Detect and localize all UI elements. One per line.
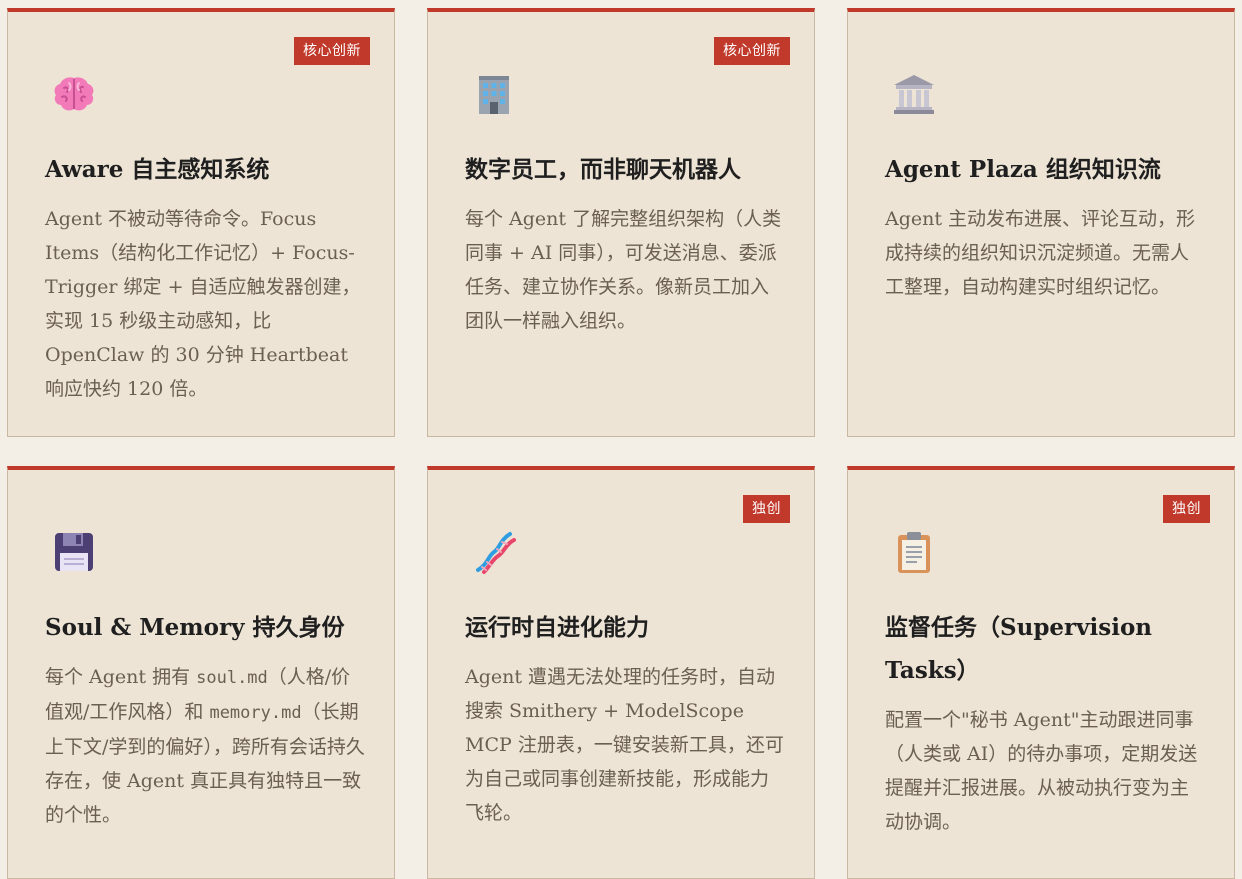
card-title: 运行时自进化能力	[465, 614, 649, 641]
card-description: Agent 遭遇无法处理的任务时，自动搜索 Smithery + ModelSc…	[465, 666, 784, 824]
card-title: Aware 自主感知系统	[45, 156, 270, 183]
feature-card-digital-employee: 核心创新 数字员工，而非聊天机器人 每个 Agent 了解完整组织架构（人类同事…	[427, 8, 815, 437]
card-title: Agent Plaza 组织知识流	[885, 156, 1161, 183]
card-description: Agent 主动发布进展、评论互动，形成持续的组织知识沉淀频道。无需人工整理，自…	[885, 208, 1196, 298]
feature-card-soul-memory: Soul & Memory 持久身份 每个 Agent 拥有 soul.md（人…	[7, 466, 395, 879]
card-description: 每个 Agent 了解完整组织架构（人类同事 + AI 同事），可发送消息、委派…	[465, 208, 782, 332]
original-badge: 独创	[1163, 495, 1210, 523]
card-description: Agent 不被动等待命令。Focus Items（结构化工作记忆）+ Focu…	[45, 208, 361, 400]
feature-card-aware: 核心创新 Aware 自主感知系统 Agent 不被动等待命令。Focus It…	[7, 8, 395, 437]
brain-icon	[50, 70, 98, 118]
memory-md-code: memory.md	[209, 703, 302, 723]
card-description: 每个 Agent 拥有 soul.md（人格/价值观/工作风格）和 memory…	[45, 666, 365, 826]
feature-card-agent-plaza: Agent Plaza 组织知识流 Agent 主动发布进展、评论互动，形成持续…	[847, 8, 1235, 437]
core-innovation-badge: 核心创新	[714, 37, 790, 65]
office-building-icon	[470, 70, 518, 118]
dna-icon	[470, 528, 518, 576]
soul-md-code: soul.md	[196, 668, 268, 688]
card-title: Soul & Memory 持久身份	[45, 614, 345, 641]
card-title: 监督任务（Supervision Tasks）	[885, 614, 1153, 684]
original-badge: 独创	[743, 495, 790, 523]
card-title: 数字员工，而非聊天机器人	[465, 156, 741, 183]
classical-building-icon	[890, 70, 938, 118]
feature-card-self-evolution: 独创 运行时自进化能力 Agent 遭遇无法处理的任务时，自动搜索 Smithe…	[427, 466, 815, 879]
core-innovation-badge: 核心创新	[294, 37, 370, 65]
clipboard-icon	[890, 528, 938, 576]
card-description: 配置一个"秘书 Agent"主动跟进同事（人类或 AI）的待办事项，定期发送提醒…	[885, 709, 1198, 833]
feature-card-supervision: 独创 监督任务（Supervision Tasks） 配置一个"秘书 Agent…	[847, 466, 1235, 879]
feature-grid: 核心创新 Aware 自主感知系统 Agent 不被动等待命令。Focus It…	[0, 0, 1242, 879]
floppy-disk-icon	[50, 528, 98, 576]
